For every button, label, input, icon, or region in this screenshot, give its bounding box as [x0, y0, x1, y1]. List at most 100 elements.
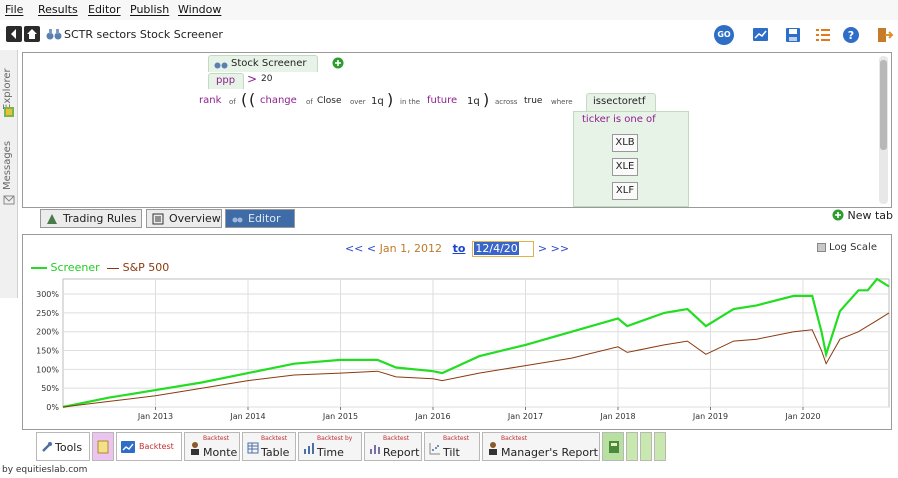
- exit-icon[interactable]: [876, 26, 894, 44]
- ppp-node[interactable]: ppp: [208, 73, 244, 89]
- rank-word[interactable]: rank: [199, 95, 221, 106]
- tab-backtest-table[interactable]: Backtest Table: [242, 432, 296, 461]
- open-paren: (: [249, 90, 256, 109]
- x-tick-label: Jan 2020: [784, 412, 820, 421]
- tab-caption: Backtest by: [317, 435, 353, 442]
- filter-value[interactable]: 20: [261, 74, 272, 84]
- tab-overview[interactable]: Overview: [146, 209, 222, 228]
- tab-backtest-monte[interactable]: Backtest Monte: [184, 432, 240, 461]
- extra-tab-1[interactable]: [602, 432, 624, 461]
- tab-caption: Backtest: [383, 435, 410, 442]
- ticker-xle[interactable]: XLE: [612, 158, 638, 176]
- of-word: of: [306, 98, 313, 106]
- issectoretf-node[interactable]: issectoretf: [586, 93, 656, 111]
- tools-tab[interactable]: Tools: [36, 432, 90, 461]
- stock-screener-label: Stock Screener: [231, 58, 307, 69]
- y-tick-label: 150%: [36, 347, 59, 356]
- editor-icon: [232, 217, 243, 223]
- messages-tab-label: Messages: [2, 140, 13, 190]
- new-tab-button[interactable]: New tab: [832, 209, 893, 222]
- ticker-xlb[interactable]: XLB: [612, 134, 638, 152]
- editor-tabs: Trading Rules Overview Editor: [22, 209, 296, 229]
- tab-backtest-report[interactable]: Backtest Report: [364, 432, 422, 461]
- tab-editor[interactable]: Editor: [225, 209, 295, 228]
- extra-tab-3[interactable]: [640, 432, 652, 461]
- add-rule-icon[interactable]: [332, 57, 344, 69]
- tools-tab-label: Tools: [55, 441, 83, 454]
- y-tick-label: 200%: [36, 328, 59, 337]
- back-button[interactable]: [6, 26, 22, 42]
- ticker-is-one-of: ticker is one of: [582, 114, 656, 125]
- period-2[interactable]: 1q: [467, 96, 480, 107]
- true-value[interactable]: true: [524, 96, 542, 106]
- tab-caption: Backtest: [261, 435, 288, 442]
- tab-label: Time: [317, 446, 344, 459]
- notes-icon: [97, 440, 109, 454]
- explorer-tab-label: Explorer: [2, 68, 13, 110]
- backtest-chart-icon: [121, 441, 135, 453]
- person-icon: [191, 442, 199, 455]
- document-title: SCTR sectors Stock Screener: [64, 28, 223, 41]
- ticker-list-box: ticker is one of XLB XLE XLF: [573, 111, 689, 207]
- backtest-tab[interactable]: Backtest: [116, 432, 182, 461]
- tab-backtest-tilt[interactable]: Backtest Tilt: [424, 432, 480, 461]
- overview-icon: [152, 213, 164, 225]
- x-tick-label: Jan 2019: [692, 412, 728, 421]
- tab-label: Tilt: [443, 446, 460, 459]
- of-word: of: [229, 98, 236, 106]
- help-icon[interactable]: ?: [842, 26, 860, 44]
- tab-caption: Backtest: [443, 435, 470, 442]
- future-word[interactable]: future: [427, 95, 457, 106]
- tilt-icon: [429, 443, 440, 455]
- issectoretf-label: issectoretf: [593, 96, 646, 107]
- save-icon[interactable]: [784, 26, 802, 44]
- menu-bar: File Results Editor Publish Window: [0, 0, 898, 20]
- menu-window[interactable]: Window: [178, 3, 221, 16]
- tab-trading-rules[interactable]: Trading Rules: [40, 209, 142, 228]
- tab-label: Monte: [203, 446, 238, 459]
- notes-tab[interactable]: [92, 432, 114, 461]
- tool-tabs: Tools Backtest Backtest Monte Backtest T…: [36, 432, 676, 462]
- menu-publish[interactable]: Publish: [130, 3, 169, 16]
- tab-label: Manager's Report: [501, 446, 598, 459]
- new-tab-label: New tab: [847, 209, 894, 222]
- backtest-tab-label: Backtest: [139, 442, 174, 451]
- person-icon: [489, 442, 497, 455]
- open-paren: (: [241, 90, 248, 109]
- close-paren: ): [483, 90, 490, 109]
- list-icon[interactable]: [814, 26, 832, 44]
- back-arrow-icon: [11, 29, 16, 39]
- go-button[interactable]: GO: [714, 25, 734, 45]
- messages-icon: [3, 195, 15, 205]
- period-1[interactable]: 1q: [371, 96, 384, 107]
- menu-file[interactable]: File: [5, 3, 23, 16]
- tab-managers-report[interactable]: Backtest Manager's Report: [482, 432, 600, 461]
- tab-backtest-time[interactable]: Backtest by Time: [298, 432, 362, 461]
- across-word: across: [495, 98, 518, 106]
- close-field[interactable]: Close: [317, 96, 342, 106]
- menu-results[interactable]: Results: [38, 3, 78, 16]
- x-tick-label: Jan 2017: [507, 412, 543, 421]
- y-tick-label: 100%: [36, 365, 59, 374]
- extra-tab-4[interactable]: [654, 432, 666, 461]
- ticker-xlf[interactable]: XLF: [612, 182, 638, 200]
- close-paren: ): [387, 90, 394, 109]
- home-button[interactable]: [24, 26, 40, 42]
- in-the-word: in the: [400, 98, 421, 106]
- chart-icon[interactable]: [752, 26, 770, 44]
- change-word[interactable]: change: [260, 95, 297, 106]
- y-tick-label: 300%: [36, 290, 59, 299]
- filter-variable: ppp: [216, 75, 236, 86]
- y-tick-label: 50%: [41, 384, 59, 393]
- extra-tab-2[interactable]: [626, 432, 638, 461]
- trading-rules-icon: [47, 214, 57, 224]
- editor-scrollbar[interactable]: [879, 56, 888, 204]
- chart-panel: << < Jan 1, 2012 to 12/4/20 > >> Log Sca…: [22, 234, 892, 430]
- menu-editor[interactable]: Editor: [88, 3, 121, 16]
- y-tick-label: 250%: [36, 309, 59, 318]
- over-word: over: [350, 98, 366, 106]
- tab-label: Table: [261, 446, 290, 459]
- scroll-thumb[interactable]: [880, 60, 887, 150]
- report-icon: [370, 445, 380, 454]
- stock-screener-node[interactable]: Stock Screener: [208, 55, 318, 72]
